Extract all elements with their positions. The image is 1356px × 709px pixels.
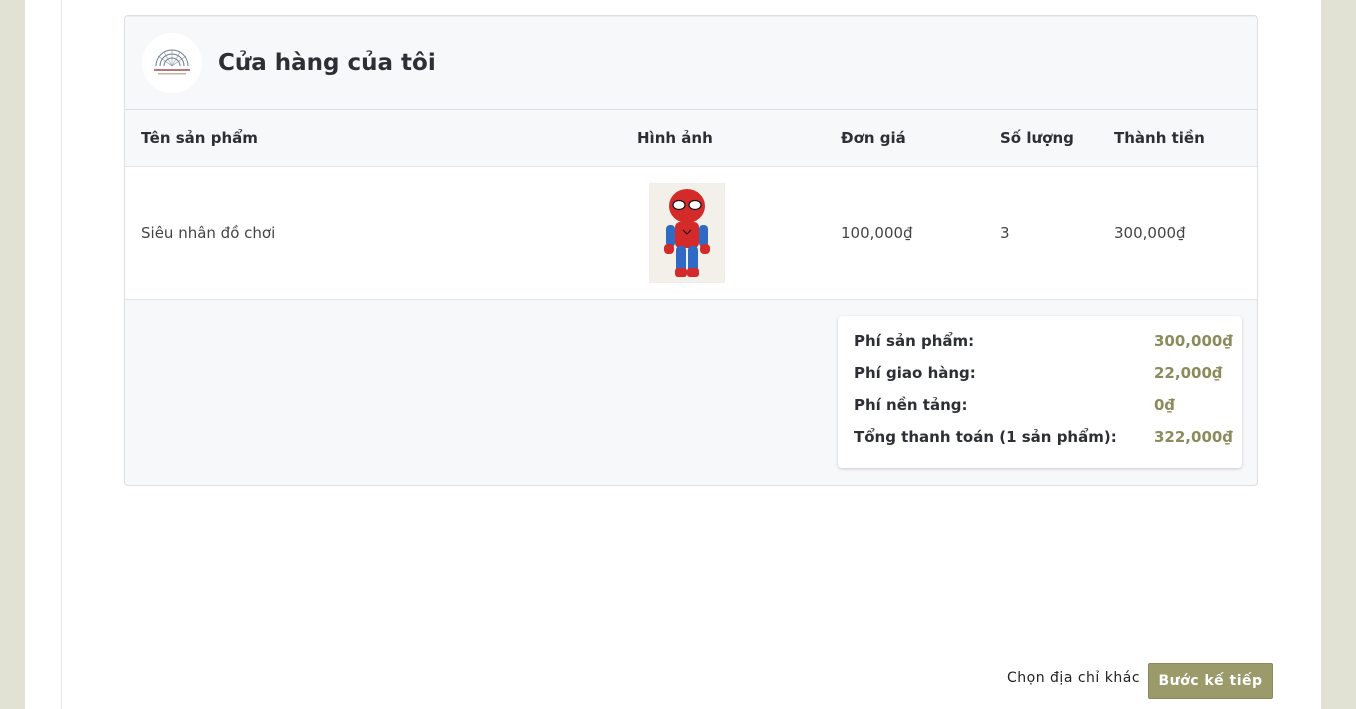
table-header: Tên sản phẩm Hình ảnh Đơn giá Số lượng T…: [125, 110, 1257, 167]
summary-label: Phí nền tảng:: [854, 396, 968, 414]
shop-logo: [142, 32, 202, 93]
header-total: Thành tiền: [1114, 129, 1205, 147]
header-unit-price: Đơn giá: [841, 129, 906, 147]
handmade-store-logo-icon: [154, 49, 190, 74]
summary-grand-total: Tổng thanh toán (1 sản phẩm): 322,000₫: [854, 428, 1233, 460]
summary-label: Phí giao hàng:: [854, 364, 976, 382]
shop-name: Cửa hàng của tôi: [218, 49, 436, 76]
shop-header: Cửa hàng của tôi: [125, 16, 1257, 110]
summary-platform-fee: Phí nền tảng: 0₫: [854, 396, 1226, 428]
summary-value: 300,000₫: [1154, 332, 1233, 350]
summary-label: Tổng thanh toán (1 sản phẩm):: [854, 428, 1117, 446]
product-total: 300,000₫: [1114, 224, 1186, 242]
product-name: Siêu nhân đồ chơi: [141, 224, 276, 242]
summary-value: 322,000₫: [1154, 428, 1233, 446]
summary-value: 0₫: [1154, 396, 1175, 414]
table-row: Siêu nhân đồ chơi 100,000₫ 3 300,000₫: [125, 167, 1257, 300]
divider-line: [61, 0, 62, 709]
spiderman-toy-icon: [650, 184, 724, 282]
summary-label: Phí sản phẩm:: [854, 332, 975, 350]
payment-summary: Phí sản phẩm: 300,000₫ Phí giao hàng: 22…: [838, 316, 1242, 468]
product-quantity: 3: [1000, 224, 1010, 242]
header-image: Hình ảnh: [637, 129, 713, 147]
header-quantity: Số lượng: [1000, 129, 1074, 147]
product-image[interactable]: [649, 183, 725, 283]
order-card: Cửa hàng của tôi Tên sản phẩm Hình ảnh Đ…: [124, 15, 1258, 486]
summary-value: 22,000₫: [1154, 364, 1223, 382]
choose-other-address-button[interactable]: Chọn địa chỉ khác: [1007, 670, 1140, 686]
summary-shipping-fee: Phí giao hàng: 22,000₫: [854, 364, 1226, 396]
product-unit-price: 100,000₫: [841, 224, 913, 242]
header-product-name: Tên sản phẩm: [141, 129, 258, 147]
next-step-button[interactable]: Bước kế tiếp: [1148, 663, 1273, 699]
summary-product-fee: Phí sản phẩm: 300,000₫: [854, 332, 1233, 364]
